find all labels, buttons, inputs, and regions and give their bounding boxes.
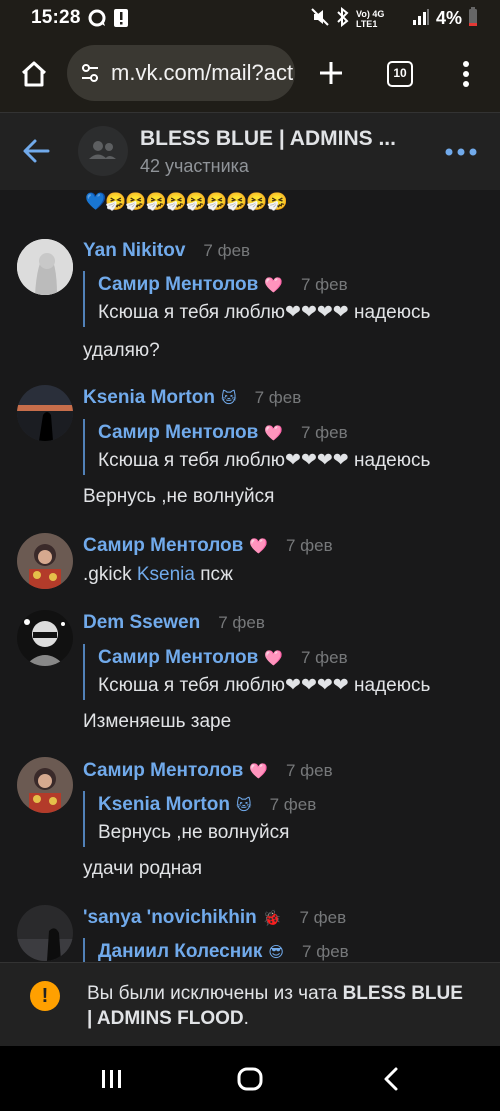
home-icon[interactable] (18, 58, 50, 90)
ladybug-badge-icon: 🐞 (262, 910, 282, 927)
message-author[interactable]: 'sanya 'novichikhin 🐞 7 фев (83, 907, 346, 929)
battery-icon (468, 7, 478, 30)
status-icons: Vo) 4G LTE1 4% (310, 6, 478, 30)
battery-level: 4% (435, 8, 462, 28)
back-arrow-icon[interactable] (22, 137, 50, 165)
chat-bubble-icon (88, 9, 106, 32)
message-emoji-text: 💙🤧🤧🤧🤧🤧🤧🤧🤧🤧 (85, 192, 288, 211)
avatar[interactable] (17, 385, 73, 441)
status-bar: 15:28 Vo) 4G LTE1 4% (0, 0, 500, 36)
author-name[interactable]: Самир Ментолов (83, 535, 243, 557)
heart-badge-icon: 🩷 (264, 277, 283, 294)
avatar[interactable] (17, 610, 73, 666)
notice-suffix: . (243, 1008, 249, 1029)
message-author[interactable]: Yan Nikitov 7 фев (83, 240, 250, 262)
back-nav-icon[interactable] (377, 1064, 407, 1094)
message-text: .gkick Ksenia псж (83, 564, 233, 586)
alert-icon (114, 9, 128, 32)
avatar[interactable] (17, 533, 73, 589)
recent-apps-icon[interactable] (97, 1064, 127, 1094)
avatar[interactable] (17, 905, 73, 961)
reply-text: Ксюша я тебя люблю❤❤❤❤ надеюсь (98, 450, 431, 471)
reply-date: 7 фев (302, 942, 349, 961)
author-name[interactable]: Самир Ментолов (83, 760, 243, 782)
message-author[interactable]: Самир Ментолов 🩷 7 фев (83, 535, 333, 557)
network-label: Vo) 4G LTE1 (355, 8, 385, 29)
message-text: Изменяешь заре (83, 711, 232, 732)
chat-header: BLESS BLUE | ADMINS ... 42 участника (0, 112, 500, 190)
notice-text: Вы были исключены из чата BLESS BLUE | A… (87, 981, 467, 1031)
heart-badge-icon: 🩷 (249, 763, 268, 780)
heart-badge-icon: 🩷 (264, 425, 283, 442)
author-name[interactable]: Yan Nikitov (83, 240, 185, 262)
members-count[interactable]: 42 участника (140, 156, 249, 177)
reply-date: 7 фев (269, 795, 317, 814)
reply-author[interactable]: Ksenia Morton (98, 794, 230, 816)
message-date: 7 фев (286, 761, 333, 780)
signal-icon (412, 8, 430, 29)
reply-quote[interactable]: Даниил Колесник 😎 7 фев (83, 938, 481, 962)
reply-quote[interactable]: Ksenia Morton 🐱 7 фев Вернусь ,не волнуй… (83, 791, 481, 847)
chat-title[interactable]: BLESS BLUE | ADMINS ... (140, 127, 430, 151)
reply-quote[interactable]: Самир Ментолов 🩷 7 фев Ксюша я тебя любл… (83, 271, 481, 327)
message-text-suffix: псж (194, 564, 233, 585)
address-bar[interactable]: m.vk.com/mail?act (67, 45, 295, 101)
group-avatar[interactable] (78, 126, 128, 176)
kicked-notice: ! Вы были исключены из чата BLESS BLUE |… (0, 962, 500, 1046)
avatar[interactable] (17, 757, 73, 813)
cat-badge-icon: 🐱 (220, 390, 237, 407)
reply-quote[interactable]: Самир Ментолов 🩷 7 фев Ксюша я тебя любл… (83, 419, 481, 475)
message-text: удачи родная (83, 858, 203, 879)
reply-author[interactable]: Самир Ментолов (98, 274, 258, 296)
reply-date: 7 фев (301, 275, 348, 294)
message-date: 7 фев (286, 536, 333, 555)
author-name[interactable]: 'sanya 'novichikhin (83, 907, 257, 929)
browser-toolbar: m.vk.com/mail?act 10 (0, 36, 500, 112)
more-options-icon[interactable] (443, 143, 479, 161)
message-text-prefix: .gkick (83, 564, 137, 585)
reply-quote[interactable]: Самир Ментолов 🩷 7 фев Ксюша я тебя любл… (83, 644, 481, 700)
warning-icon: ! (30, 981, 60, 1011)
clock: 15:28 (31, 7, 81, 28)
notice-prefix: Вы были исключены из чата (87, 983, 343, 1004)
new-tab-icon[interactable] (318, 60, 344, 86)
overflow-menu-icon[interactable] (457, 60, 475, 88)
avatar[interactable] (17, 239, 73, 295)
heart-badge-icon: 🩷 (249, 538, 268, 555)
message-text: удаляю? (83, 340, 160, 361)
message-date: 7 фев (218, 613, 265, 632)
reply-date: 7 фев (301, 423, 348, 442)
cat-badge-icon: 🐱 (235, 797, 252, 814)
author-name[interactable]: Dem Ssewen (83, 612, 200, 634)
message-date: 7 фев (299, 908, 347, 927)
reply-date: 7 фев (301, 648, 348, 667)
message-date: 7 фев (203, 241, 251, 260)
message-author[interactable]: Dem Ssewen 7 фев (83, 612, 265, 634)
heart-badge-icon: 🩷 (264, 650, 283, 667)
reply-author[interactable]: Самир Ментолов (98, 647, 258, 669)
mute-icon (310, 7, 330, 30)
message-text: Вернусь ,не волнуйся (83, 486, 275, 507)
reply-text: Вернусь ,не волнуйся (98, 822, 290, 843)
home-nav-icon[interactable] (235, 1064, 265, 1094)
system-nav-bar (0, 1046, 500, 1111)
author-name[interactable]: Ksenia Morton (83, 387, 215, 409)
message-list[interactable]: 💙🤧🤧🤧🤧🤧🤧🤧🤧🤧 Yan Nikitov 7 фев Самир Менто… (0, 190, 500, 962)
reply-text: Ксюша я тебя люблю❤❤❤❤ надеюсь (98, 302, 431, 323)
reply-author[interactable]: Даниил Колесник (98, 941, 262, 962)
sunglasses-badge-icon: 😎 (268, 944, 285, 961)
message-author[interactable]: Ksenia Morton 🐱 7 фев (83, 387, 301, 409)
message-author[interactable]: Самир Ментолов 🩷 7 фев (83, 760, 333, 782)
tab-switcher-button[interactable]: 10 (387, 61, 413, 87)
message-date: 7 фев (254, 388, 302, 407)
mention-link[interactable]: Ksenia (137, 564, 195, 585)
reply-author[interactable]: Самир Ментолов (98, 422, 258, 444)
site-settings-icon[interactable] (80, 64, 100, 87)
reply-text: Ксюша я тебя люблю❤❤❤❤ надеюсь (98, 675, 431, 696)
bluetooth-icon (336, 6, 350, 30)
url-text[interactable]: m.vk.com/mail?act (111, 60, 293, 86)
